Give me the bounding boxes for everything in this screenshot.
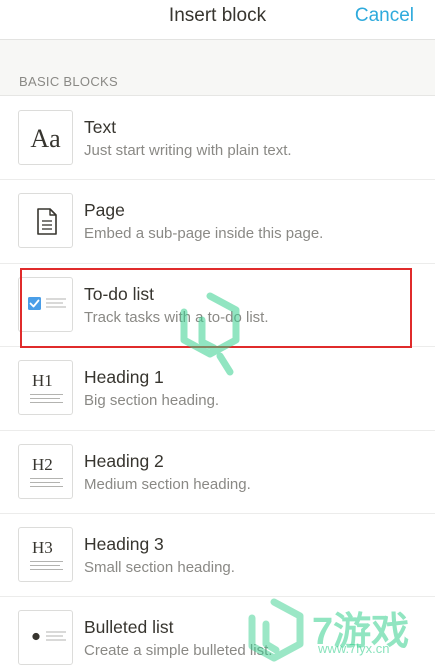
block-description: Medium section heading. bbox=[84, 475, 251, 493]
section-label: BASIC BLOCKS bbox=[19, 74, 118, 89]
block-description: Big section heading. bbox=[84, 392, 220, 410]
heading1-icon: H1 bbox=[18, 360, 73, 416]
block-title: Bulleted list bbox=[84, 617, 174, 638]
block-title: Heading 1 bbox=[84, 367, 164, 388]
highlight-box bbox=[20, 268, 412, 348]
block-title: Heading 2 bbox=[84, 450, 164, 471]
block-description: Create a simple bulleted list. bbox=[84, 642, 273, 660]
page-icon bbox=[18, 193, 73, 249]
block-item-heading-3[interactable]: H3 Heading 3 Small section heading. bbox=[0, 514, 435, 598]
block-title: Text bbox=[84, 117, 117, 137]
block-description: Just start writing with plain text. bbox=[84, 142, 292, 159]
block-description: Small section heading. bbox=[84, 558, 235, 576]
text-icon: Aa bbox=[18, 110, 73, 165]
block-item-bulleted-list[interactable]: Bulleted list Create a simple bulleted l… bbox=[0, 597, 435, 668]
block-title: Heading 3 bbox=[84, 533, 164, 554]
modal-header: Insert block Cancel bbox=[0, 0, 435, 40]
section-header: BASIC BLOCKS bbox=[0, 40, 435, 96]
block-item-heading-2[interactable]: H2 Heading 2 Medium section heading. bbox=[0, 431, 435, 514]
bullet-icon bbox=[18, 610, 73, 666]
block-item-page[interactable]: Page Embed a sub-page inside this page. bbox=[0, 180, 435, 264]
heading2-icon: H2 bbox=[18, 443, 73, 499]
cancel-button[interactable]: Cancel bbox=[355, 5, 414, 27]
block-list: Aa Text Just start writing with plain te… bbox=[0, 97, 435, 668]
block-item-text[interactable]: Aa Text Just start writing with plain te… bbox=[0, 97, 435, 181]
block-item-heading-1[interactable]: H1 Heading 1 Big section heading. bbox=[0, 347, 435, 431]
heading3-icon: H3 bbox=[18, 526, 73, 582]
block-description: Embed a sub-page inside this page. bbox=[84, 225, 324, 243]
block-title: Page bbox=[84, 200, 125, 221]
